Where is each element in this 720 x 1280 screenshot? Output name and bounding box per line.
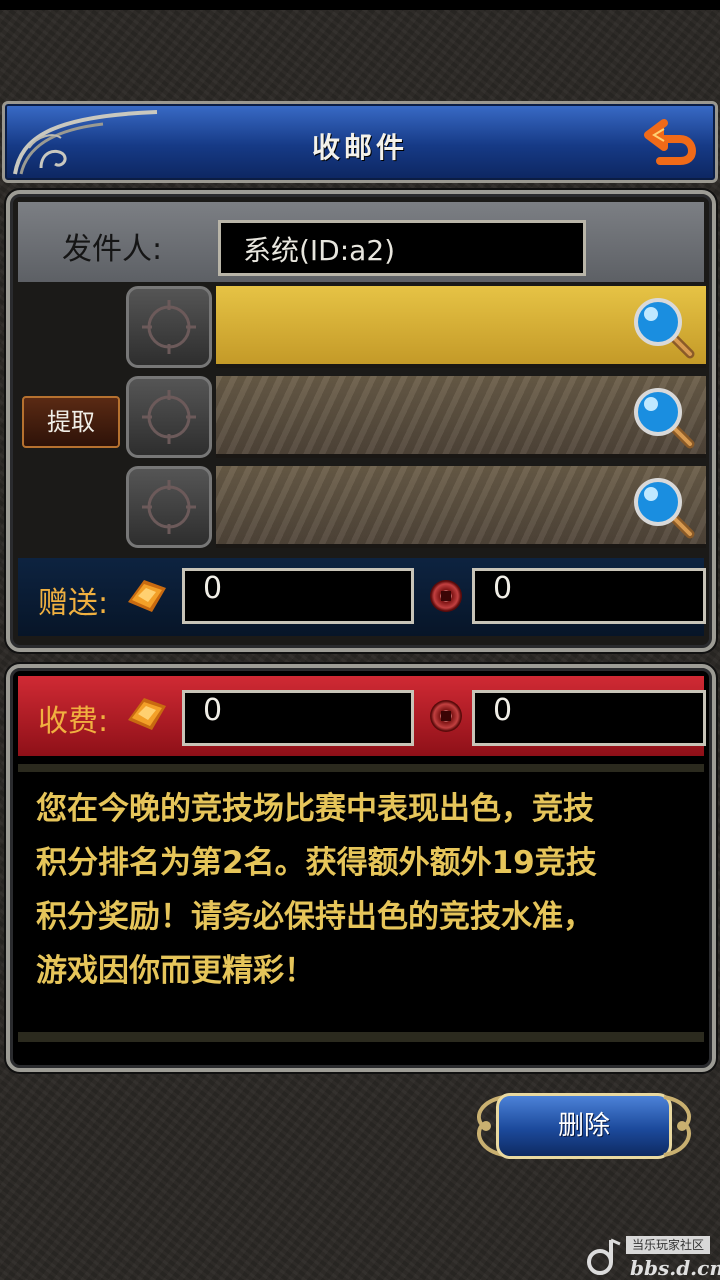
sender-row: 发件人: 系统(ID:a2) (18, 202, 704, 282)
attachment-slot-bar[interactable] (216, 466, 706, 548)
fee-gold-field[interactable]: 0 (182, 690, 414, 746)
back-button[interactable] (641, 116, 701, 168)
attachment-slot-bar[interactable] (216, 376, 706, 458)
watermark-tag: 当乐玩家社区 (626, 1236, 711, 1254)
watermark-logo-icon (587, 1238, 621, 1275)
gift-label: 赠送: (38, 586, 109, 621)
gift-row: 赠送: 0 0 (18, 558, 706, 636)
attachment-slots (18, 286, 706, 556)
message-line: 您在今晚的竞技场比赛中表现出色，竞技 (36, 791, 594, 827)
mail-header-panel: 发件人: 系统(ID:a2) 提取 赠送: 0 0 (6, 190, 716, 652)
message-body: 您在今晚的竞技场比赛中表现出色，竞技 积分排名为第2名。获得额外额外19竞技 积… (18, 764, 704, 1042)
status-bar (0, 0, 720, 10)
gold-ingot-icon (128, 698, 166, 730)
fee-row: 收费: 0 0 (18, 676, 706, 756)
magnifier-icon[interactable] (630, 294, 698, 362)
mail-body-panel: 收费: 0 0 您在今晚的竞技场比赛中表现出色，竞技 积分排名为第2名。获得额外… (6, 664, 716, 1072)
sender-field: 系统(ID:a2) (218, 220, 586, 276)
attachment-slot-icon[interactable] (126, 286, 212, 368)
copper-coin-icon (430, 580, 462, 612)
extract-button[interactable]: 提取 (22, 396, 120, 448)
title-bar: 收邮件 (2, 101, 718, 183)
message-line: 游戏因你而更精彩！ (36, 953, 315, 989)
sender-label: 发件人: (62, 232, 163, 267)
ornament-right-icon (663, 1095, 692, 1157)
empty-slot-icon (142, 390, 196, 444)
gift-gold-field[interactable]: 0 (182, 568, 414, 624)
empty-slot-icon (142, 480, 196, 534)
attachment-slot-bar[interactable] (216, 286, 706, 368)
fee-coin-field[interactable]: 0 (472, 690, 706, 746)
attachment-slot-icon[interactable] (126, 466, 212, 548)
gift-coin-field[interactable]: 0 (472, 568, 706, 624)
copper-coin-icon (430, 700, 462, 732)
watermark-domain: bbs.d.cn (630, 1256, 720, 1280)
watermark: 当乐玩家社区 bbs.d.cn (584, 1232, 720, 1280)
magnifier-icon[interactable] (630, 474, 698, 542)
attachment-slot-icon[interactable] (126, 376, 212, 458)
magnifier-icon[interactable] (630, 384, 698, 452)
fee-label: 收费: (38, 704, 109, 739)
message-line: 积分排名为第2名。获得额外额外19竞技 (36, 845, 597, 881)
gold-ingot-icon (128, 580, 166, 612)
delete-button-frame: 删除 (468, 1085, 700, 1167)
page-title: 收邮件 (311, 131, 408, 164)
return-arrow-icon (644, 119, 696, 165)
delete-button[interactable]: 删除 (496, 1093, 672, 1159)
message-line: 积分奖励！请务必保持出色的竞技水准， (36, 899, 594, 935)
empty-slot-icon (142, 300, 196, 354)
